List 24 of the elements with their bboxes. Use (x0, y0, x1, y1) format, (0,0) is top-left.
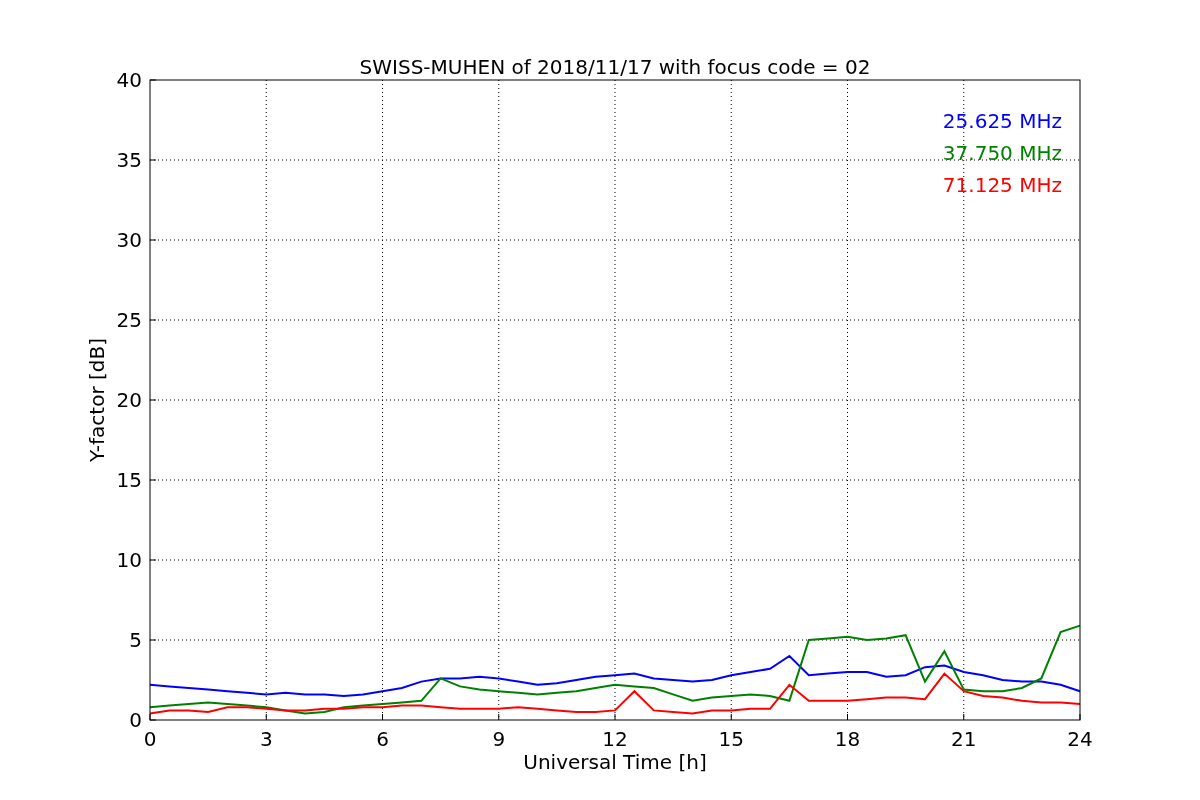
tick-label: 40 (116, 68, 142, 92)
tick-label: 15 (718, 727, 744, 751)
legend-label: 37.750 MHz (942, 141, 1062, 165)
tick-label: 0 (143, 727, 157, 751)
tick-label: 5 (129, 628, 142, 652)
x-axis-label: Universal Time [h] (523, 750, 707, 774)
tick-label: 30 (116, 228, 142, 252)
tick-label: 21 (951, 727, 977, 751)
tick-label: 25 (116, 308, 142, 332)
tick-label: 20 (116, 388, 142, 412)
tick-label: 3 (259, 727, 273, 751)
y-axis-label: Y-factor [dB] (85, 338, 109, 462)
chart-title: SWISS-MUHEN of 2018/11/17 with focus code = 02 (359, 55, 871, 79)
tick-label: 15 (116, 468, 142, 492)
tick-label: 0 (129, 708, 142, 732)
tick-label: 18 (834, 727, 861, 751)
tick-label: 35 (116, 148, 142, 172)
tick-label: 9 (492, 727, 506, 751)
tick-label: 10 (116, 548, 142, 572)
tick-label: 12 (602, 727, 628, 751)
tick-label: 6 (376, 727, 389, 751)
legend-label: 71.125 MHz (942, 173, 1062, 197)
legend-label: 25.625 MHz (942, 109, 1062, 133)
tick-label: 24 (1067, 727, 1093, 751)
